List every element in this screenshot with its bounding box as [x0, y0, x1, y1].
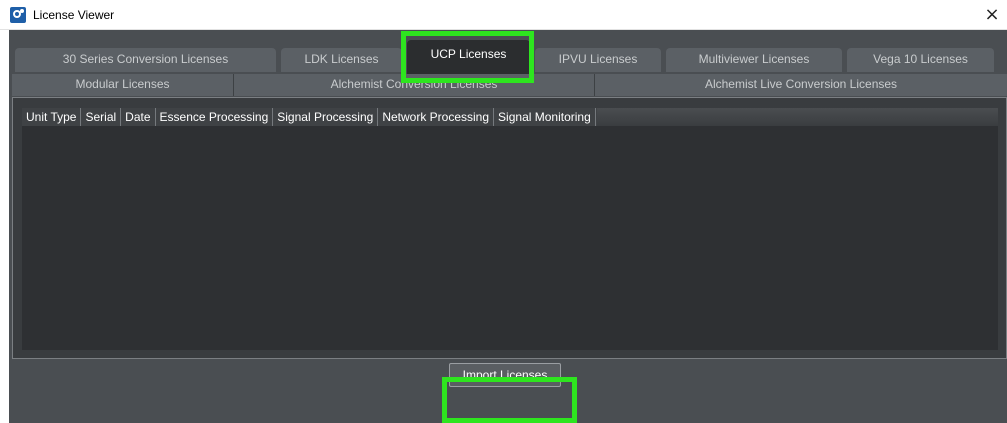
column-unit-type[interactable]: Unit Type	[22, 108, 82, 126]
column-date[interactable]: Date	[121, 108, 156, 126]
table-body	[22, 126, 998, 350]
tab-alchemist-live-conversion-licenses[interactable]: Alchemist Live Conversion Licenses	[595, 74, 1007, 96]
title-bar: License Viewer ×	[0, 0, 1007, 30]
close-icon[interactable]: ×	[977, 0, 1007, 30]
license-viewer-app-icon	[10, 7, 26, 23]
tab-ldk-licenses[interactable]: LDK Licenses	[281, 48, 402, 72]
header-filler	[596, 108, 998, 126]
tab-ucp-licenses[interactable]: UCP Licenses	[407, 40, 530, 74]
tab-30-series-conversion-licenses[interactable]: 30 Series Conversion Licenses	[15, 48, 276, 72]
column-signal-monitoring[interactable]: Signal Monitoring	[494, 108, 596, 126]
license-viewer-window: License Viewer × 30 Series Conversion Li…	[0, 0, 1007, 423]
column-essence-processing[interactable]: Essence Processing	[156, 108, 274, 126]
license-table-panel: Unit Type Serial Date Essence Processing…	[12, 97, 1007, 359]
table-header: Unit Type Serial Date Essence Processing…	[22, 108, 998, 126]
tab-ipvu-licenses[interactable]: IPVU Licenses	[535, 48, 661, 72]
tab-vega-10-licenses[interactable]: Vega 10 Licenses	[847, 48, 994, 72]
tab-multiviewer-licenses[interactable]: Multiviewer Licenses	[666, 48, 842, 72]
import-licenses-button[interactable]: Import Licenses	[449, 363, 561, 387]
column-network-processing[interactable]: Network Processing	[378, 108, 495, 126]
tab-alchemist-conversion-licenses[interactable]: Alchemist Conversion Licenses	[234, 74, 594, 96]
column-signal-processing[interactable]: Signal Processing	[273, 108, 379, 126]
tab-modular-licenses[interactable]: Modular Licenses	[12, 74, 233, 96]
column-serial[interactable]: Serial	[81, 108, 122, 126]
window-title: License Viewer	[33, 8, 115, 22]
